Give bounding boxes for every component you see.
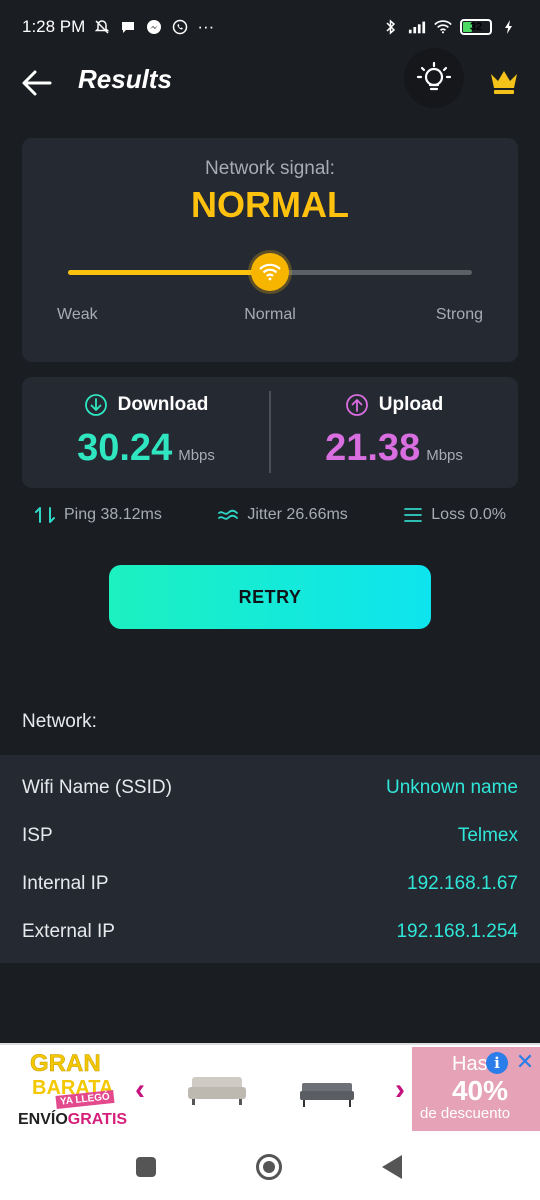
upload-value-row: 21.38 Mbps <box>270 427 518 470</box>
ad-info-icon[interactable]: i <box>486 1052 508 1074</box>
battery-icon: 32 <box>460 19 492 35</box>
charging-icon <box>500 18 518 36</box>
status-left: 1:28 PM ··· <box>22 17 214 37</box>
crown-icon <box>491 71 517 94</box>
page-title: Results <box>78 64 172 94</box>
network-row-isp: ISP Telmex <box>22 821 518 851</box>
ad-discount-panel: Hasta 40% de descuento i ✕ <box>412 1047 540 1131</box>
status-time: 1:28 PM <box>22 17 86 36</box>
recents-button[interactable] <box>136 1157 156 1177</box>
status-bar: 1:28 PM ··· 32 <box>0 0 540 54</box>
network-row-ssid: Wifi Name (SSID) Unknown name <box>22 773 518 803</box>
loss-lines-icon <box>404 508 423 522</box>
sofa-image <box>188 1077 246 1105</box>
download-unit: Mbps <box>178 447 215 464</box>
bluetooth-icon <box>382 18 400 36</box>
battery-level: 32 <box>469 21 483 33</box>
retry-button[interactable]: RETRY <box>109 565 431 629</box>
network-key: ISP <box>22 825 53 846</box>
app-header: Results <box>0 48 540 110</box>
upload-unit: Mbps <box>426 447 463 464</box>
ad-descuento-text: de descuento <box>420 1105 511 1122</box>
jitter-stat: Jitter 26.66ms <box>217 506 348 524</box>
ad-gratis-word: GRATIS <box>67 1111 128 1128</box>
chat-icon <box>119 18 137 36</box>
wifi-icon <box>434 18 452 36</box>
tips-button[interactable] <box>404 48 464 108</box>
ad-close-icon[interactable]: ✕ <box>514 1051 536 1073</box>
home-button[interactable] <box>256 1154 282 1180</box>
whatsapp-icon <box>171 18 189 36</box>
lightbulb-icon <box>416 61 452 91</box>
ad-banner[interactable]: GRAN BARATA YA LLEGÓ ENVÍOGRATIS ‹ › Has… <box>0 1043 540 1135</box>
loss-value: Loss 0.0% <box>431 506 506 523</box>
ad-logo: GRAN BARATA YA LLEGÓ ENVÍOGRATIS <box>18 1051 128 1133</box>
signal-label: Network signal: <box>205 158 335 179</box>
loss-stat: Loss 0.0% <box>403 506 506 524</box>
ad-envio-text: ENVÍOGRATIS <box>18 1111 127 1129</box>
jitter-value: Jitter 26.66ms <box>247 506 348 523</box>
status-more-dots: ··· <box>197 17 215 36</box>
upload-arrow-icon <box>345 394 368 416</box>
tick-strong: Strong <box>435 306 483 323</box>
upload-label: Upload <box>378 394 444 415</box>
jitter-wave-icon <box>218 509 239 520</box>
ping-arrows-icon <box>35 507 55 523</box>
system-nav-bar <box>0 1135 540 1200</box>
ad-prev-button[interactable]: ‹ <box>135 1073 145 1107</box>
network-key: Internal IP <box>22 873 109 894</box>
signal-value: NORMAL <box>191 184 349 225</box>
network-value: Telmex <box>457 825 518 846</box>
messenger-icon <box>145 18 163 36</box>
signal-meter-track <box>68 253 472 291</box>
download-section: Download 30.24 Mbps <box>22 377 270 488</box>
network-info-table: Wifi Name (SSID) Unknown name ISP Telmex… <box>0 755 540 963</box>
ad-envio-word: ENVÍO <box>18 1111 68 1128</box>
download-value-row: 30.24 Mbps <box>22 427 270 470</box>
network-key: External IP <box>22 921 115 942</box>
premium-button[interactable] <box>488 66 520 96</box>
network-value: 192.168.1.254 <box>396 921 518 942</box>
signal-meter-fill <box>68 270 270 275</box>
ping-value: Ping 38.12ms <box>64 506 162 523</box>
network-value: 192.168.1.67 <box>407 873 518 894</box>
download-arrow-icon <box>84 394 107 416</box>
status-right: 32 <box>382 18 518 36</box>
notifications-off-icon <box>93 18 111 36</box>
back-arrow-icon <box>22 70 52 96</box>
ad-next-button[interactable]: › <box>395 1073 405 1107</box>
download-label: Download <box>117 394 209 415</box>
cell-signal-icon <box>408 18 426 36</box>
network-key: Wifi Name (SSID) <box>22 777 172 798</box>
network-row-external-ip: External IP 192.168.1.254 <box>22 917 518 947</box>
ad-gran-text: GRAN <box>30 1050 101 1077</box>
download-value: 30.24 <box>77 427 173 469</box>
network-row-internal-ip: Internal IP 192.168.1.67 <box>22 869 518 899</box>
ad-percent-text: 40% <box>451 1075 509 1106</box>
network-signal-card: Network signal: NORMAL Weak Normal Stron… <box>22 138 518 362</box>
ping-stat: Ping 38.12ms <box>34 506 162 524</box>
sofa-bed-image <box>300 1083 354 1107</box>
stats-row: Ping 38.12ms Jitter 26.66ms Loss 0.0% <box>22 500 518 530</box>
network-section-label: Network: <box>22 711 97 732</box>
wifi-icon <box>259 263 281 281</box>
download-header: Download <box>22 393 270 417</box>
upload-value: 21.38 <box>325 427 421 469</box>
signal-meter-thumb <box>251 253 289 291</box>
back-button[interactable] <box>20 66 54 100</box>
speed-card: Download 30.24 Mbps Upload 21.38 Mbps <box>22 377 518 488</box>
upload-section: Upload 21.38 Mbps <box>270 377 518 488</box>
network-value: Unknown name <box>385 777 518 798</box>
system-back-button[interactable] <box>382 1155 402 1179</box>
upload-header: Upload <box>270 393 518 417</box>
